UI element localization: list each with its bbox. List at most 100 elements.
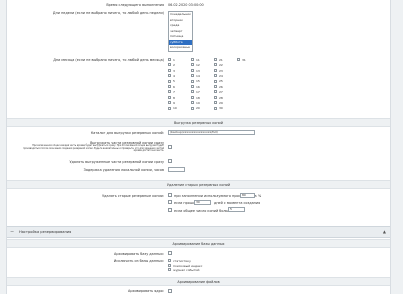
upload-path-label: Каталог для выгрузки резервных копий:: [90, 131, 164, 135]
monthday-label: 23: [219, 68, 223, 73]
section-toggle-icon[interactable]: ▲: [383, 229, 386, 234]
monthday-label: 2: [173, 63, 175, 68]
monthday-checkbox[interactable]: [191, 79, 194, 83]
monthday-label: 12: [196, 63, 200, 68]
monthday-checkbox[interactable]: [191, 95, 194, 99]
monthday-label: 6: [173, 84, 175, 89]
monthday-checkbox[interactable]: [168, 79, 171, 83]
monthday-label: 13: [196, 68, 200, 73]
backup-settings-section[interactable]: − Настройка резервирования ▲: [7, 226, 390, 238]
monthday-checkbox[interactable]: [191, 85, 194, 88]
monthday-label: 25: [219, 79, 223, 84]
monthday-label: 17: [196, 90, 200, 95]
db-archive-label: Архивировать базу данных:: [114, 252, 164, 256]
monthday-label: 29: [219, 100, 223, 105]
files-archive-label: Архивировать ядро:: [128, 289, 164, 293]
monthday-checkbox[interactable]: [191, 68, 194, 72]
monthday-checkbox[interactable]: [168, 95, 171, 99]
weekdays-label: Дни недели (если не выбрано ничего, то л…: [52, 11, 164, 15]
db-archive-header: Архивирование базы данных: [7, 239, 390, 248]
collapse-icon[interactable]: −: [10, 229, 14, 235]
monthday-checkbox[interactable]: [191, 90, 194, 94]
monthday-label: 30: [219, 106, 223, 111]
monthday-checkbox[interactable]: [214, 79, 217, 83]
monthday-checkbox[interactable]: [214, 58, 217, 61]
files-archive-header: Архивирование файлов: [7, 277, 390, 286]
monthday-label: 18: [196, 95, 200, 100]
monthday-checkbox[interactable]: [191, 74, 194, 78]
upload-path-input[interactable]: /backup/xxxxxxxxxxxxxxxx/full/: [168, 130, 255, 135]
cleanup-count-checkbox[interactable]: [168, 208, 172, 212]
settings-panel: Время следующего выполнения 06.02.2020 0…: [6, 0, 391, 294]
cleanup-count-input[interactable]: 5: [228, 207, 245, 212]
monthday-label: 14: [196, 73, 200, 78]
monthday-checkbox[interactable]: [191, 63, 194, 67]
cleanup-count-label: если общее число копий больше: [174, 209, 233, 213]
monthday-label: 8: [173, 95, 175, 100]
upload-header: Выгрузка резервных копий: [7, 118, 390, 127]
monthday-label: 10: [173, 106, 177, 111]
monthday-checkbox[interactable]: [214, 85, 217, 88]
cleanup-label: Удалять старые резервные копии:: [102, 194, 164, 198]
monthday-label: 20: [196, 106, 200, 111]
monthday-checkbox[interactable]: [191, 58, 194, 61]
delete-parts-label: Удалять выгруженные части резервной копи…: [69, 160, 164, 164]
delay-label: Задержка удаления локальной копии, часов: [83, 168, 164, 172]
monthday-label: 27: [219, 90, 223, 95]
monthday-checkbox[interactable]: [214, 106, 217, 110]
weekday-option[interactable]: воскресенье: [169, 45, 192, 51]
cleanup-space-input[interactable]: 80: [240, 193, 255, 198]
db-archive-checkbox[interactable]: [168, 251, 172, 255]
cleanup-days-input[interactable]: 30: [194, 200, 211, 205]
monthday-label: 31: [242, 57, 246, 62]
monthday-label: 9: [173, 100, 175, 105]
monthday-checkbox[interactable]: [214, 95, 217, 99]
monthday-checkbox[interactable]: [168, 85, 171, 88]
cleanup-header: Удаление старых резервных копий: [7, 180, 390, 189]
monthday-checkbox[interactable]: [168, 74, 171, 78]
monthday-checkbox[interactable]: [237, 58, 240, 61]
cleanup-space-unit: %: [258, 194, 262, 198]
files-archive-checkbox[interactable]: [168, 289, 172, 293]
monthday-checkbox[interactable]: [191, 101, 194, 105]
monthday-label: 26: [219, 84, 223, 89]
exclude-search-label: поисковый индекс: [173, 263, 203, 268]
monthday-label: 21: [219, 57, 223, 62]
exclude-stats-checkbox[interactable]: [168, 259, 171, 262]
monthday-checkbox[interactable]: [168, 90, 171, 94]
monthday-checkbox[interactable]: [214, 68, 217, 72]
exclude-log-checkbox[interactable]: [168, 268, 171, 271]
monthday-checkbox[interactable]: [168, 63, 171, 67]
monthday-checkbox[interactable]: [214, 101, 217, 105]
monthday-checkbox[interactable]: [214, 74, 217, 78]
monthday-checkbox[interactable]: [168, 101, 171, 105]
next-run-label: Время следующего выполнения: [106, 3, 164, 7]
monthdays-label: Дни месяца (если не выбрано ничего, то л…: [53, 58, 164, 62]
monthday-checkbox[interactable]: [168, 106, 171, 110]
exclude-search-checkbox[interactable]: [168, 263, 171, 267]
section-title: Настройка резервирования: [19, 230, 72, 234]
monthday-checkbox[interactable]: [191, 106, 194, 110]
upload-parts-checkbox[interactable]: [168, 145, 172, 149]
cleanup-days-checkbox[interactable]: [168, 200, 172, 204]
next-run-value: 06.02.2020 03:00:00: [168, 3, 204, 7]
monthday-label: 7: [173, 90, 175, 95]
cleanup-days-suffix: дней с момента создания: [214, 201, 261, 205]
monthday-label: 11: [196, 57, 200, 62]
delete-parts-checkbox[interactable]: [168, 159, 172, 163]
monthday-label: 28: [219, 95, 223, 100]
monthday-checkbox[interactable]: [168, 68, 171, 72]
page: Время следующего выполнения 06.02.2020 0…: [0, 0, 403, 294]
monthday-label: 3: [173, 68, 175, 73]
weekdays-multiselect[interactable]: понедельник вторник среда четверг пятница суб…: [168, 11, 193, 52]
monthday-label: 16: [196, 84, 200, 89]
monthday-label: 24: [219, 73, 223, 78]
monthday-checkbox[interactable]: [168, 58, 171, 61]
monthday-checkbox[interactable]: [214, 63, 217, 67]
cleanup-space-checkbox[interactable]: [168, 193, 172, 197]
delay-input[interactable]: [168, 167, 185, 172]
monthday-label: 4: [173, 73, 175, 78]
monthday-checkbox[interactable]: [214, 90, 217, 94]
weekday-option[interactable]: понедельник: [169, 12, 192, 18]
monthday-label: 22: [219, 63, 223, 68]
